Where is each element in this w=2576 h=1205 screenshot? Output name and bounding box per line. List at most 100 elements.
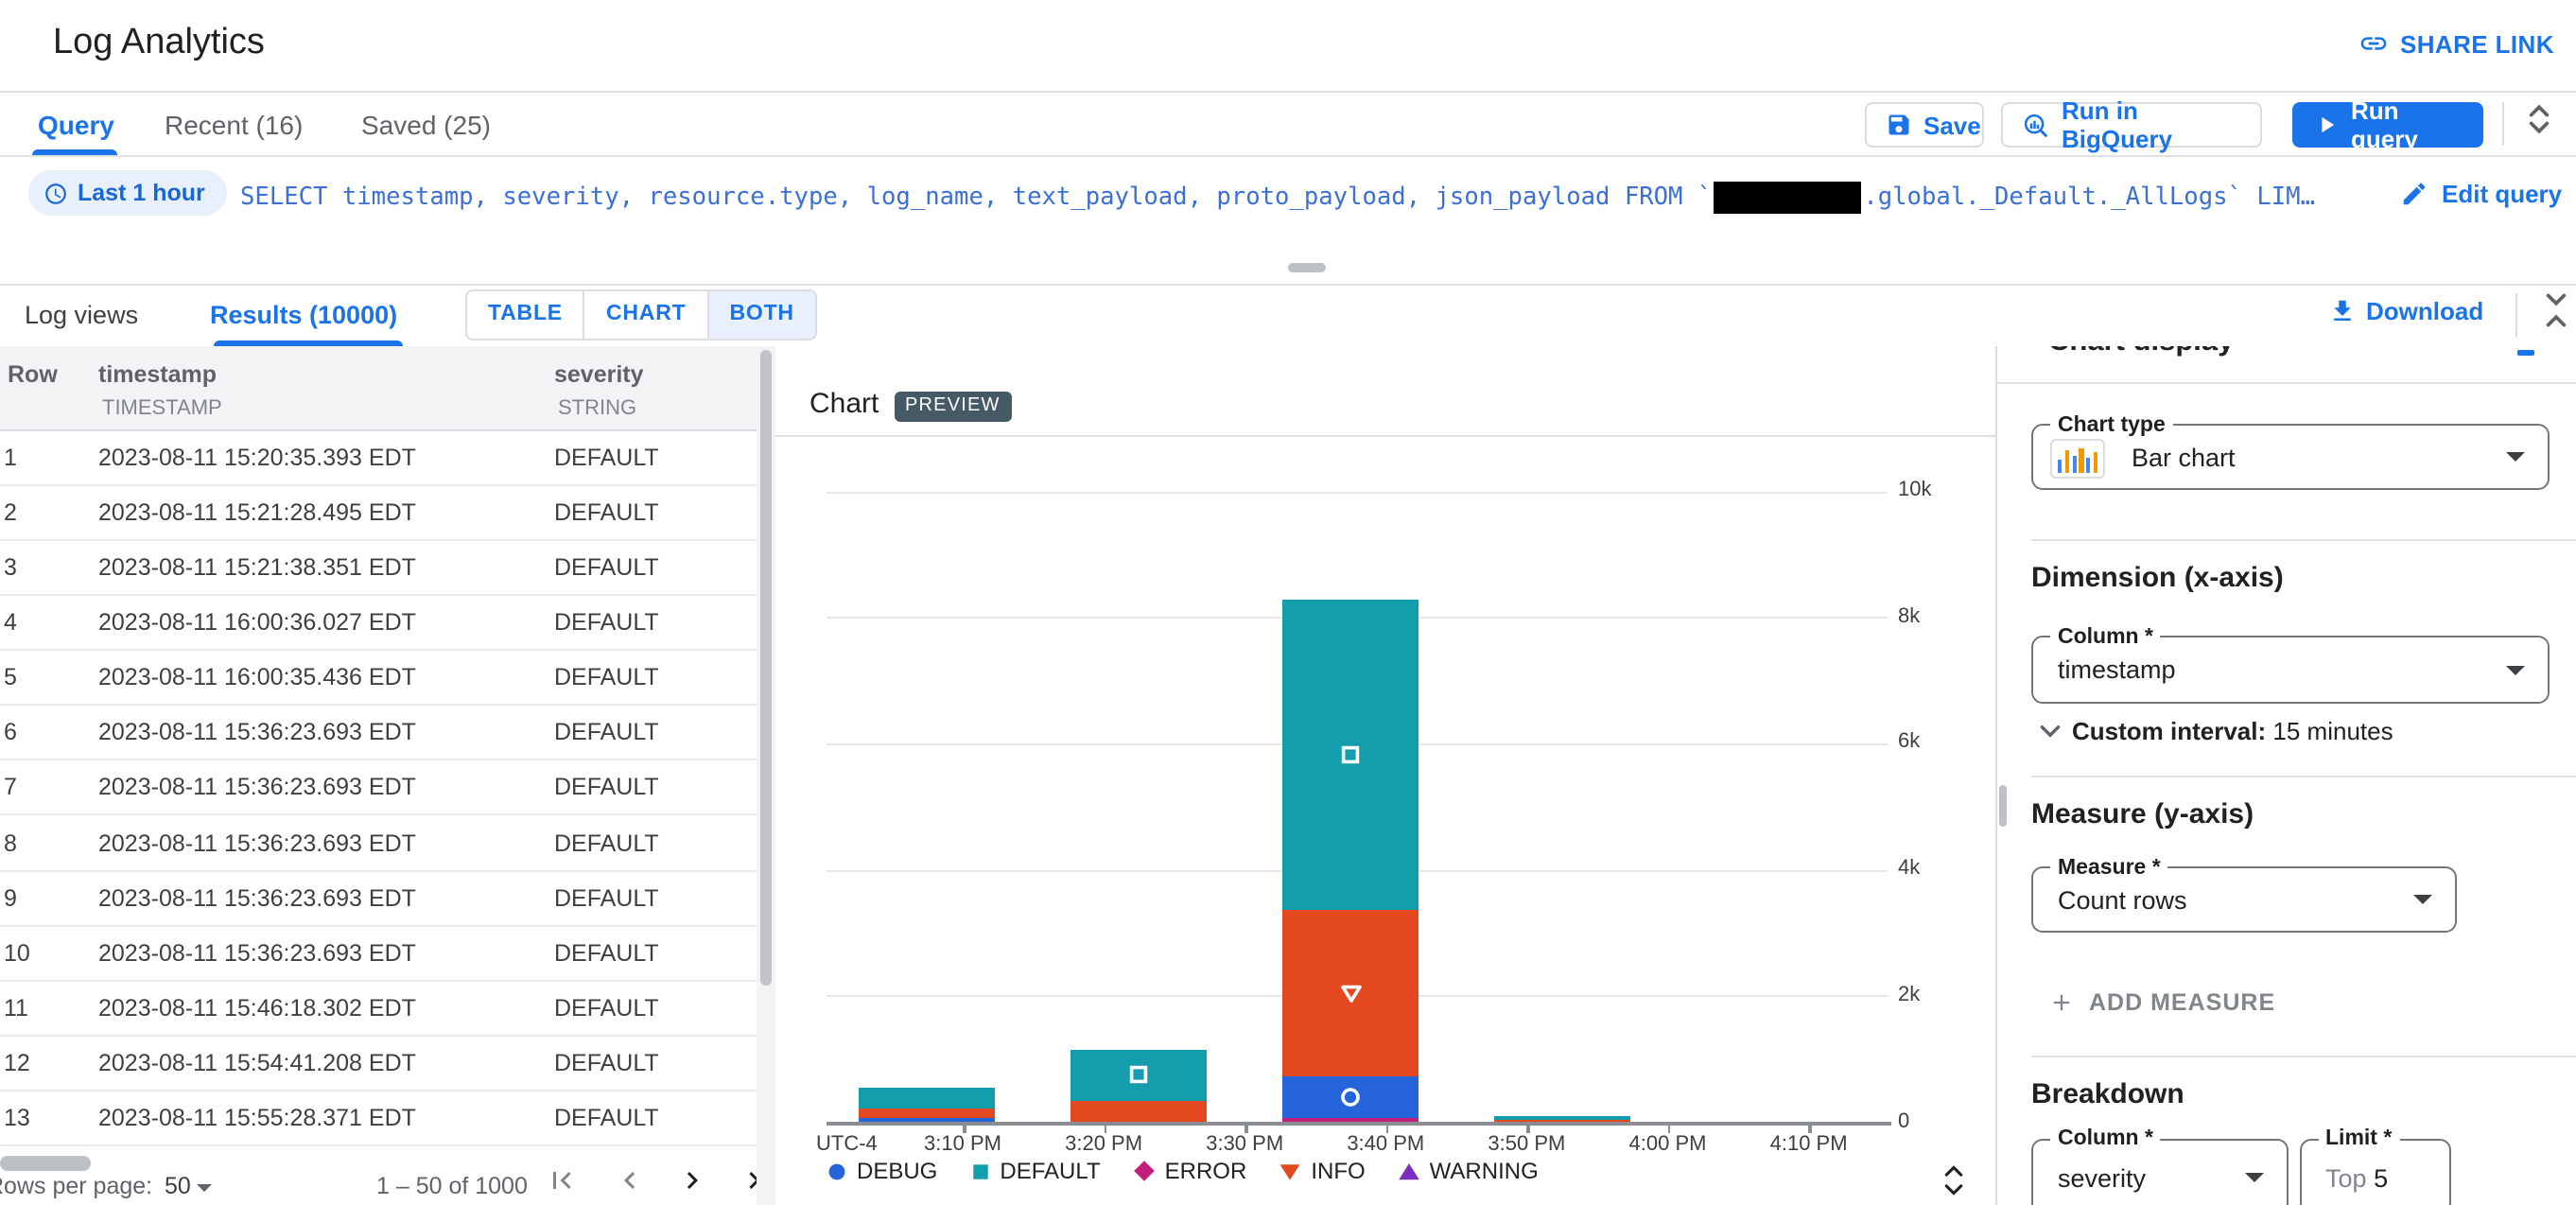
dimension-column-select[interactable]: Column * timestamp <box>2031 625 2550 704</box>
sql-after: .global._Default._AllLogs` LIM… <box>1863 183 2315 211</box>
view-toggle-chart[interactable]: CHART <box>583 291 707 339</box>
view-toggle-both[interactable]: BOTH <box>706 291 815 339</box>
legend-item-default[interactable]: DEFAULT <box>969 1158 1101 1184</box>
x-axis-label: 3:30 PM <box>1206 1132 1284 1155</box>
view-toggle-table[interactable]: TABLE <box>467 291 583 339</box>
cell-timestamp: 2023-08-11 15:36:23.693 EDT <box>98 774 416 801</box>
panel-divider <box>2031 775 2576 777</box>
sql-query-text[interactable]: SELECT timestamp, severity, resource.typ… <box>240 180 2315 214</box>
previous-page-icon[interactable] <box>613 1162 647 1196</box>
table-row[interactable]: 8 2023-08-11 15:36:23.693 EDT DEFAULT <box>0 816 757 872</box>
chart-scroll-control[interactable] <box>1942 1161 1965 1198</box>
breakdown-column-value: severity <box>2058 1163 2147 1192</box>
dropdown-caret-icon[interactable] <box>197 1183 212 1191</box>
query-section-resize-control[interactable] <box>2527 100 2551 138</box>
column-header-timestamp[interactable]: timestamp <box>98 360 217 387</box>
edit-query-label: Edit query <box>2442 180 2563 208</box>
table-body: 1 2023-08-11 15:20:35.393 EDT DEFAULT 2 2023… <box>0 430 757 1147</box>
save-icon <box>1886 112 1912 138</box>
bar-marker-square <box>1339 743 1362 766</box>
legend-item-debug[interactable]: DEBUG <box>827 1158 937 1184</box>
diamond-icon <box>1133 1160 1156 1182</box>
table-row[interactable]: 5 2023-08-11 16:00:35.436 EDT DEFAULT <box>0 651 757 707</box>
cell-timestamp: 2023-08-11 15:36:23.693 EDT <box>98 830 416 857</box>
bigquery-icon <box>2022 111 2050 139</box>
plus-icon <box>2047 988 2074 1015</box>
panel-scrollbar-thumb[interactable] <box>1998 784 2006 826</box>
table-row[interactable]: 6 2023-08-11 15:36:23.693 EDT DEFAULT <box>0 706 757 761</box>
run-query-button[interactable]: Run query <box>2292 96 2483 153</box>
table-row[interactable]: 1 2023-08-11 15:20:35.393 EDT DEFAULT <box>0 430 757 486</box>
legend-item-error[interactable]: ERROR <box>1133 1158 1247 1184</box>
table-vertical-scrollbar[interactable] <box>757 345 775 1205</box>
table-row[interactable]: 11 2023-08-11 15:46:18.302 EDT DEFAULT <box>0 982 757 1038</box>
download-icon <box>2328 297 2357 325</box>
last-page-icon[interactable] <box>741 1162 757 1196</box>
edit-query-button[interactable]: Edit query <box>2400 180 2562 208</box>
resize-drag-handle[interactable] <box>1288 263 1326 271</box>
legend-label: ERROR <box>1164 1158 1247 1184</box>
bar-segment-info <box>1070 1100 1208 1122</box>
custom-interval-value: 15 minutes <box>2272 716 2393 744</box>
cell-timestamp: 2023-08-11 15:21:38.351 EDT <box>98 553 416 581</box>
rows-per-page-select[interactable]: 50 <box>165 1172 191 1198</box>
table-row[interactable]: 4 2023-08-11 16:00:36.027 EDT DEFAULT <box>0 596 757 652</box>
chart-legend: DEBUG DEFAULT ERROR INFO WARNING <box>827 1158 1539 1184</box>
share-link-label: SHARE LINK <box>2400 29 2554 58</box>
preview-badge: PREVIEW <box>894 391 1012 421</box>
save-button[interactable]: Save <box>1865 102 1984 148</box>
row-number: 2 <box>4 498 17 526</box>
x-axis-label: 4:10 PM <box>1769 1132 1848 1155</box>
tab-query[interactable]: Query <box>38 110 114 140</box>
table-row[interactable]: 12 2023-08-11 15:54:41.208 EDT DEFAULT <box>0 1037 757 1092</box>
first-page-icon[interactable] <box>545 1162 579 1196</box>
chart-type-select[interactable]: Chart type Bar chart <box>2031 413 2550 490</box>
table-row[interactable]: 9 2023-08-11 15:36:23.693 EDT DEFAULT <box>0 871 757 927</box>
measure-value: Count rows <box>2058 885 2187 914</box>
chart-type-label: Chart type <box>2050 413 2173 436</box>
row-number: 1 <box>4 444 17 471</box>
panel-header-icon-fragment <box>2517 349 2534 356</box>
horizontal-scrollbar-thumb[interactable] <box>0 1156 91 1171</box>
chart-title: Chart <box>809 388 879 420</box>
query-tabs-row: Query Recent (16) Saved (25) Save Run in… <box>0 93 2576 155</box>
table-row[interactable]: 7 2023-08-11 15:36:23.693 EDT DEFAULT <box>0 761 757 816</box>
bar-chart-icon <box>2050 439 2105 478</box>
column-header-severity[interactable]: severity <box>554 360 644 387</box>
tab-recent[interactable]: Recent (16) <box>165 110 303 140</box>
cell-timestamp: 2023-08-11 15:36:23.693 EDT <box>98 884 416 912</box>
results-collapse-control[interactable] <box>2544 291 2568 329</box>
cell-timestamp: 2023-08-11 15:55:28.371 EDT <box>98 1105 416 1132</box>
scrollbar-thumb[interactable] <box>759 349 772 985</box>
table-footer: Rows per page: 50 1 – 50 of 1000 <box>0 1147 757 1205</box>
download-button[interactable]: Download <box>2328 297 2483 325</box>
tab-log-views[interactable]: Log views <box>25 301 138 329</box>
cell-severity: DEFAULT <box>554 664 659 691</box>
next-page-icon[interactable] <box>675 1162 709 1196</box>
y-axis-label: 0 <box>1898 1109 1910 1132</box>
table-row[interactable]: 13 2023-08-11 15:55:28.371 EDT DEFAULT <box>0 1091 757 1147</box>
measure-select[interactable]: Measure * Count rows <box>2031 856 2457 933</box>
table-row[interactable]: 2 2023-08-11 15:21:28.495 EDT DEFAULT <box>0 485 757 541</box>
table-row[interactable]: 3 2023-08-11 15:21:38.351 EDT DEFAULT <box>0 541 757 596</box>
run-in-bigquery-button[interactable]: Run in BigQuery <box>2001 96 2262 153</box>
cell-severity: DEFAULT <box>554 444 659 471</box>
sql-before: SELECT timestamp, severity, resource.typ… <box>240 183 1713 211</box>
share-link-button[interactable]: SHARE LINK <box>2358 28 2554 59</box>
legend-item-info[interactable]: INFO <box>1279 1158 1366 1184</box>
tab-results[interactable]: Results (10000) <box>210 301 397 329</box>
breakdown-limit-input[interactable]: Limit * Top 5 <box>2299 1127 2451 1205</box>
column-header-row[interactable]: Row <box>8 360 58 387</box>
cell-timestamp: 2023-08-11 16:00:36.027 EDT <box>98 608 416 636</box>
limit-prefix: Top <box>2325 1163 2367 1192</box>
tab-saved[interactable]: Saved (25) <box>361 110 491 140</box>
legend-item-warning[interactable]: WARNING <box>1398 1158 1539 1184</box>
cell-timestamp: 2023-08-11 15:20:35.393 EDT <box>98 444 416 471</box>
view-toggle: TABLE CHART BOTH <box>465 289 817 341</box>
table-row[interactable]: 10 2023-08-11 15:36:23.693 EDT DEFAULT <box>0 927 757 982</box>
breakdown-column-select[interactable]: Column * severity <box>2031 1127 2288 1205</box>
bar-marker-square <box>1128 1064 1151 1087</box>
add-measure-button[interactable]: ADD MEASURE <box>2047 987 2275 1017</box>
time-range-chip[interactable]: Last 1 hour <box>28 170 228 216</box>
custom-interval-expander[interactable]: Custom interval: 15 minutes <box>2038 715 2393 745</box>
